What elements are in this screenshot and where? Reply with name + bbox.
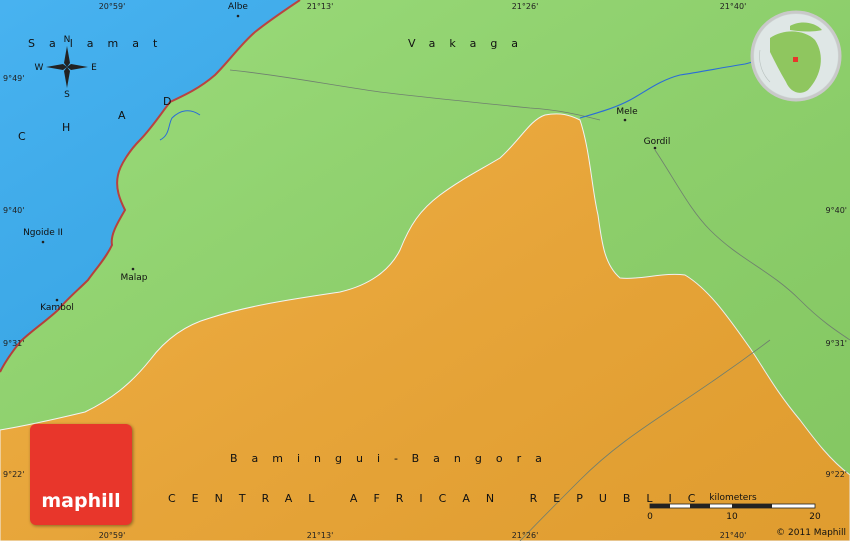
- region-salamat: Salamat: [28, 37, 171, 50]
- location-marker: [793, 57, 798, 62]
- globe-locator: [750, 10, 842, 102]
- svg-text:A: A: [118, 109, 142, 122]
- region-bamingui-bangora: Bamingui-Bangora: [230, 452, 556, 465]
- coord-left-3: 9°31': [3, 339, 24, 348]
- scale-title: kilometers: [709, 493, 757, 503]
- coord-top-2: 21°13': [307, 2, 334, 11]
- svg-text:Kambol: Kambol: [40, 303, 74, 313]
- svg-text:Gordil: Gordil: [644, 137, 671, 147]
- compass-w: W: [35, 63, 44, 73]
- coord-left-2: 9°40': [3, 206, 24, 215]
- coord-right-2: 9°40': [826, 206, 847, 215]
- coord-top-4: 21°40': [720, 2, 747, 11]
- coord-bottom-2: 21°13': [307, 531, 334, 540]
- maphill-logo[interactable]: maphill: [30, 424, 132, 525]
- scale-tick-0: 0: [647, 512, 653, 522]
- coord-left-1: 9°49': [3, 74, 24, 83]
- country-car-label: CENTRAL AFRICAN REPUBLIC: [168, 492, 711, 505]
- svg-text:D: D: [163, 95, 187, 108]
- coord-top-3: 21°26': [512, 2, 539, 11]
- svg-text:Albe: Albe: [228, 2, 248, 12]
- svg-text:Mele: Mele: [616, 107, 638, 117]
- copyright: © 2011 Maphill: [776, 528, 846, 538]
- map: N E S W 20°59' 21°13' 21°26' 21°40' 20°5…: [0, 0, 850, 541]
- region-vakaga: Vakaga: [408, 37, 532, 50]
- coord-bottom-1: 20°59': [99, 531, 126, 540]
- compass-s: S: [64, 90, 70, 100]
- svg-text:H: H: [62, 121, 86, 134]
- coord-top-1: 20°59': [99, 2, 126, 11]
- svg-text:Malap: Malap: [120, 273, 147, 283]
- coord-right-4: 9°22': [826, 470, 847, 479]
- scale-tick-20: 20: [809, 512, 821, 522]
- coord-bottom-4: 21°40': [720, 531, 747, 540]
- maphill-logo-text: maphill: [41, 490, 121, 512]
- scale-tick-10: 10: [726, 512, 738, 522]
- compass-e: E: [91, 63, 97, 73]
- svg-text:Ngoide II: Ngoide II: [23, 228, 63, 238]
- svg-text:C: C: [18, 130, 42, 143]
- coord-bottom-3: 21°26': [512, 531, 539, 540]
- coord-left-4: 9°22': [3, 470, 24, 479]
- coord-right-3: 9°31': [826, 339, 847, 348]
